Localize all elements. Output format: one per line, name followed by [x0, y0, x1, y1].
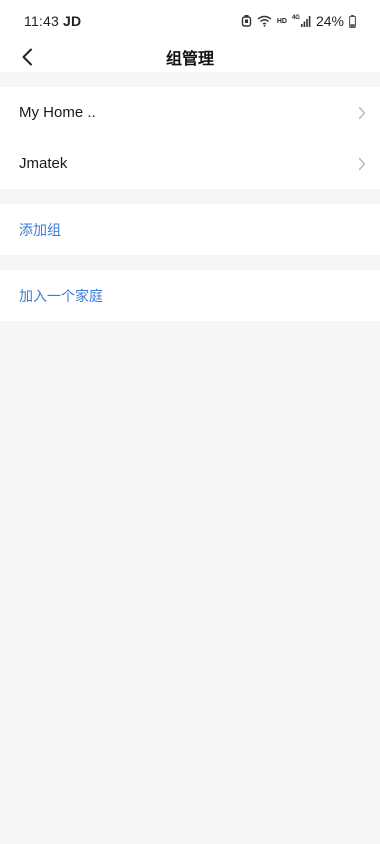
- chevron-right-icon: [358, 106, 366, 119]
- status-left: 11:43 JD: [24, 13, 81, 29]
- add-group-label: 添加组: [19, 221, 61, 238]
- signal-icon: 4G: [292, 15, 311, 27]
- section-divider: [0, 189, 380, 204]
- page-title: 组管理: [165, 51, 214, 68]
- wifi-icon: [257, 15, 272, 27]
- group-item-label: My Home ..: [19, 104, 96, 121]
- status-right: HD 4G 24%: [241, 13, 356, 29]
- group-item-my-home[interactable]: My Home ..: [0, 87, 380, 138]
- nav-bar: 组管理: [0, 42, 380, 72]
- battery-percent: 24%: [315, 13, 344, 29]
- battery-icon: [349, 14, 356, 28]
- status-bar: 11:43 JD HD 4G 24%: [0, 0, 380, 42]
- add-group-button[interactable]: 添加组: [0, 204, 380, 255]
- add-group-section: 添加组: [0, 204, 380, 255]
- section-divider: [0, 72, 380, 87]
- join-home-button[interactable]: 加入一个家庭: [0, 270, 380, 321]
- status-carrier: JD: [63, 13, 82, 29]
- network-type: 4G: [291, 15, 300, 21]
- section-divider: [0, 255, 380, 270]
- group-list: My Home .. Jmatek: [0, 87, 380, 189]
- back-button[interactable]: [14, 42, 40, 72]
- alarm-icon: [241, 15, 252, 27]
- group-item-label: Jmatek: [19, 155, 68, 172]
- join-home-label: 加入一个家庭: [19, 287, 103, 304]
- hd-badge: HD: [276, 17, 287, 25]
- status-time: 11:43: [24, 13, 59, 29]
- chevron-right-icon: [358, 157, 366, 170]
- join-home-section: 加入一个家庭: [0, 270, 380, 321]
- group-item-jmatek[interactable]: Jmatek: [0, 138, 380, 189]
- chevron-left-icon: [22, 48, 32, 66]
